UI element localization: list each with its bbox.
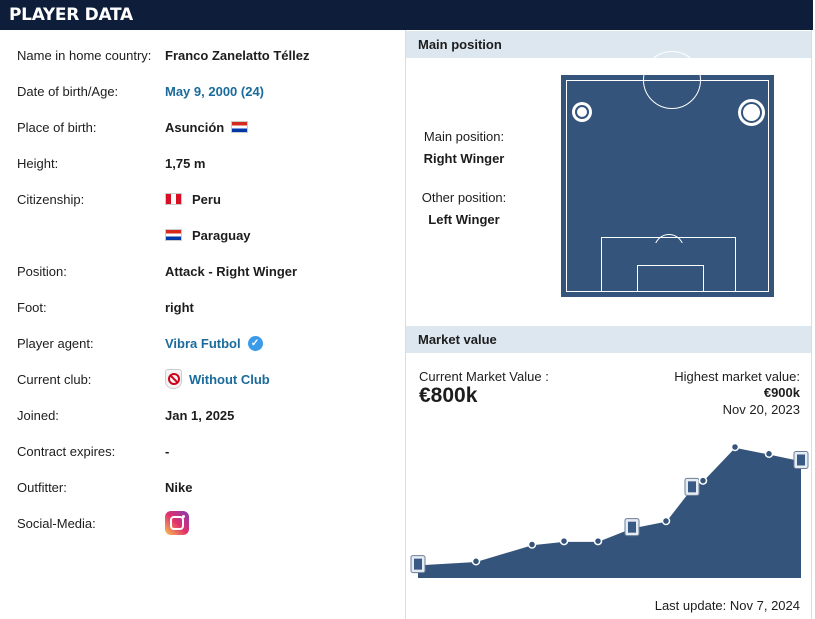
main-position-marker (738, 99, 765, 126)
market-value-title: Market value (418, 332, 497, 347)
player-data-header: PLAYER DATA (0, 0, 813, 30)
info-value-text: right (165, 299, 194, 315)
club-crest-stripe (414, 558, 422, 570)
info-value: Jan 1, 2025 (165, 408, 234, 423)
market-value-point[interactable] (471, 557, 481, 566)
other-position-marker (572, 102, 592, 122)
info-value-text: Attack - Right Winger (165, 263, 298, 279)
info-value[interactable] (165, 511, 196, 535)
market-value-header: Market value (406, 326, 811, 353)
position-pitch (561, 51, 774, 297)
main-position-label: Main position: (423, 129, 505, 144)
info-value: Nike (165, 480, 192, 495)
info-label: Date of birth/Age: (17, 83, 119, 99)
info-label: Outfitter: (17, 479, 67, 495)
info-value-text: Asunción (165, 119, 225, 135)
info-label: Citizenship: (17, 191, 85, 207)
highest-market-value-date: Nov 20, 2023 (722, 402, 800, 417)
info-value-text[interactable]: May 9, 2000 (24) (165, 84, 264, 99)
info-label: Position: (17, 263, 67, 279)
info-value[interactable]: Without Club (165, 369, 270, 389)
info-value: Asunción (165, 119, 249, 135)
info-value: - (165, 444, 169, 459)
info-value[interactable]: May 9, 2000 (24) (165, 84, 264, 99)
flag-icon (165, 193, 182, 205)
info-value-text: 1,75 m (165, 155, 206, 171)
info-value-text[interactable]: Without Club (189, 372, 270, 387)
main-position-header: Main position (406, 31, 811, 58)
main-position-value: Right Winger (423, 151, 505, 166)
info-value: Peru (165, 192, 221, 207)
club-crest-stripe (628, 521, 636, 533)
page-title: PLAYER DATA (9, 5, 133, 25)
no-club-icon (165, 369, 182, 389)
verified-icon: ✓ (247, 335, 263, 351)
market-value-point[interactable] (730, 442, 740, 452)
info-value-text: Jan 1, 2025 (165, 407, 235, 423)
pitch-center-arc (643, 51, 701, 109)
info-label: Social-Media: (17, 515, 96, 531)
info-value-text: Peru (192, 191, 221, 207)
other-position-label: Other position: (421, 190, 507, 205)
info-value: Paraguay (165, 228, 251, 243)
info-label: Foot: (17, 299, 47, 315)
current-market-value: €800k (419, 384, 478, 407)
info-label: Joined: (17, 407, 59, 423)
info-label: Height: (17, 155, 59, 171)
last-update: Last update: Nov 7, 2024 (654, 598, 800, 613)
info-value: right (165, 300, 194, 315)
market-value-point[interactable] (593, 536, 603, 546)
info-label: Contract expires: (17, 443, 116, 459)
info-value: Attack - Right Winger (165, 264, 297, 279)
info-value: 1,75 m (165, 156, 205, 171)
info-value: Franco Zanelatto Téllez (165, 48, 309, 63)
market-value-point[interactable] (661, 516, 671, 526)
market-value-chart[interactable] (406, 420, 811, 590)
highest-market-value: €900k (763, 385, 800, 400)
right-border (811, 30, 812, 619)
market-value-point[interactable] (698, 476, 708, 485)
info-value-text: - (165, 443, 170, 459)
instagram-icon[interactable] (165, 511, 189, 535)
info-label: Place of birth: (17, 119, 97, 135)
info-label: Name in home country: (17, 47, 152, 63)
info-label: Player agent: (17, 335, 94, 351)
info-value-text: Nike (165, 479, 193, 495)
flag-icon (165, 229, 182, 241)
other-position-value: Left Winger (428, 212, 500, 227)
club-crest-stripe (797, 454, 805, 466)
highest-market-value-label: Highest market value: (674, 369, 800, 384)
market-value-point[interactable] (559, 536, 569, 546)
market-value-point[interactable] (527, 540, 537, 549)
info-value-text: Paraguay (192, 227, 251, 243)
pitch-goal-box (637, 265, 704, 292)
club-crest-stripe (688, 481, 696, 493)
current-market-value-label: Current Market Value : (419, 369, 549, 384)
market-value-point[interactable] (764, 449, 774, 459)
info-value[interactable]: Vibra Futbol ✓ (165, 335, 263, 351)
main-position-title: Main position (418, 37, 502, 52)
info-value-text: Franco Zanelatto Téllez (165, 47, 310, 63)
info-value-text[interactable]: Vibra Futbol (165, 336, 241, 351)
flag-icon (231, 121, 249, 133)
info-label: Current club: (17, 371, 92, 387)
